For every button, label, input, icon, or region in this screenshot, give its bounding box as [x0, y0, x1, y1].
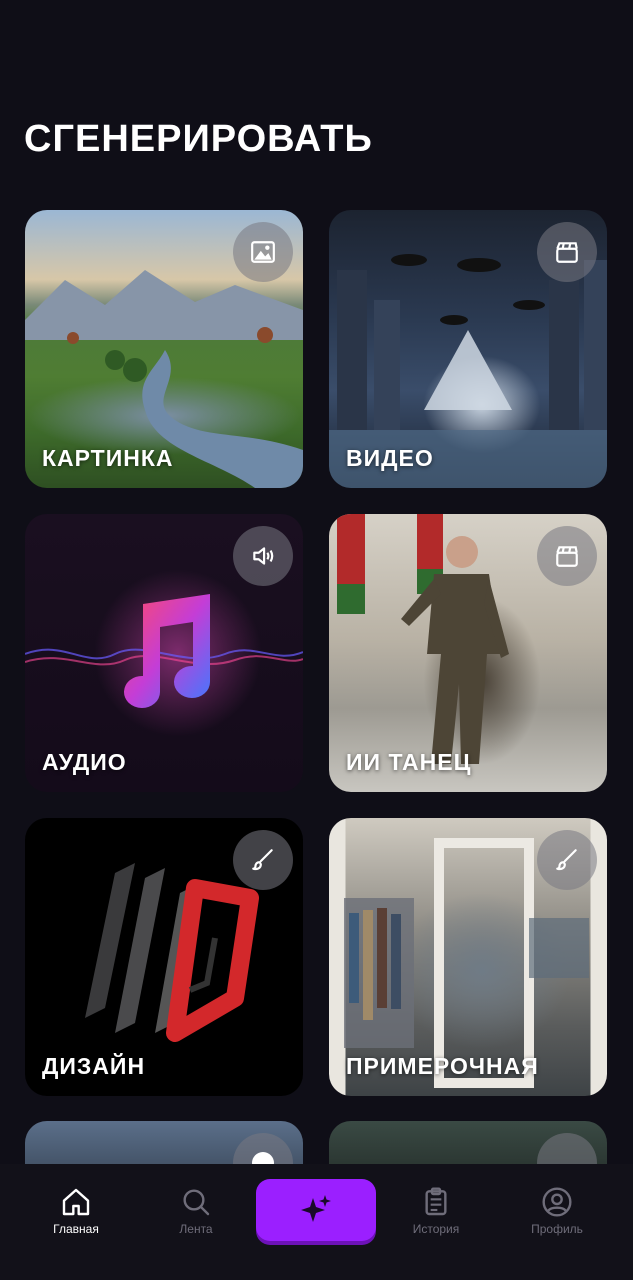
card-label: ПРИМЕРОЧНАЯ: [346, 1053, 539, 1079]
brush-icon: [233, 830, 293, 890]
nav-label: Лента: [179, 1222, 213, 1236]
sparkles-icon: [301, 1195, 331, 1222]
generate-button[interactable]: [256, 1179, 376, 1241]
card-label: КАРТИНКА: [42, 445, 174, 471]
home-icon: [62, 1188, 90, 1216]
card-fitting-room[interactable]: ПРИМЕРОЧНАЯ: [329, 818, 607, 1096]
search-icon: [183, 1189, 210, 1216]
card-ai-dance[interactable]: ИИ ТАНЕЦ: [329, 514, 607, 792]
page-title: СГЕНЕРИРОВАТЬ: [24, 118, 373, 160]
card-label: АУДИО: [42, 749, 127, 775]
card-label: ИИ ТАНЕЦ: [346, 749, 472, 775]
nav-item-history[interactable]: История: [396, 1186, 476, 1236]
card-label: ДИЗАЙН: [42, 1053, 146, 1079]
nav-item-profile[interactable]: Профиль: [517, 1186, 597, 1236]
card-label: ВИДЕО: [346, 445, 434, 471]
nav-item-feed[interactable]: Лента: [156, 1186, 236, 1236]
nav-item-home[interactable]: Главная: [36, 1186, 116, 1236]
card-design[interactable]: ДИЗАЙН: [25, 818, 303, 1096]
nav-label: История: [412, 1222, 460, 1236]
image-icon: [233, 222, 293, 282]
speaker-icon: [233, 526, 293, 586]
clipboard-icon: [425, 1187, 447, 1216]
nav-label: Профиль: [531, 1222, 583, 1236]
profile-icon: [542, 1187, 572, 1217]
card-video-generation[interactable]: ВИДЕО: [329, 210, 607, 488]
clapperboard-icon: [537, 526, 597, 586]
card-image-generation[interactable]: КАРТИНКА: [25, 210, 303, 488]
brush-icon: [537, 830, 597, 890]
card-audio-generation[interactable]: АУДИО: [25, 514, 303, 792]
nav-label: Главная: [53, 1222, 99, 1236]
clapperboard-icon: [537, 222, 597, 282]
